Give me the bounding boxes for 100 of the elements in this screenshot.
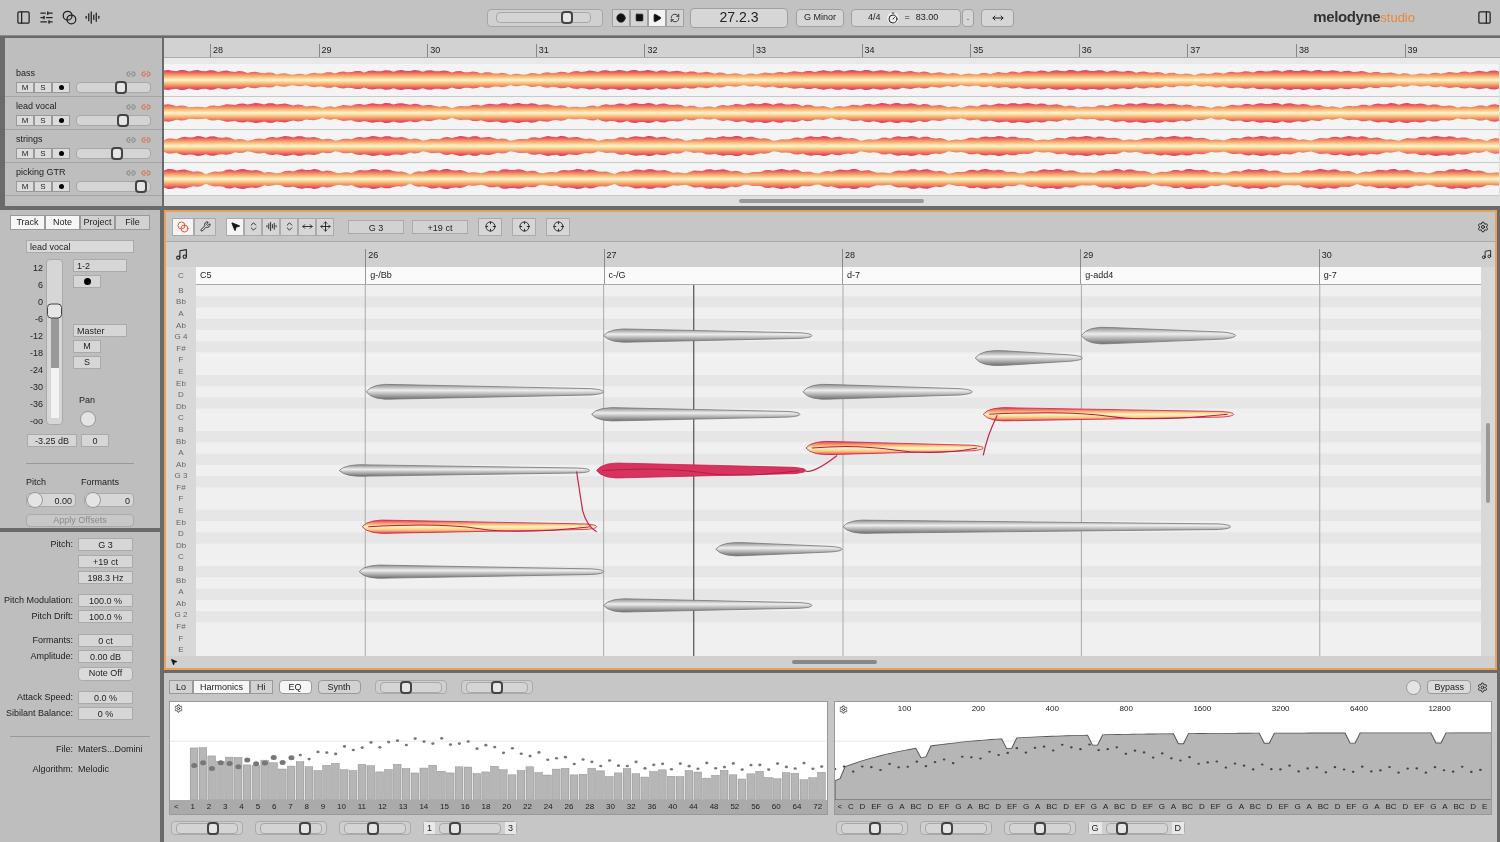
slider[interactable] [344,822,406,834]
output-dropdown[interactable]: Master [73,324,127,337]
parameter-field[interactable]: G 3 [78,538,133,552]
clef-icon[interactable] [174,248,188,261]
tab[interactable]: File [115,215,150,230]
tool-button[interactable] [262,217,280,236]
record-button[interactable] [612,8,630,27]
slider-thumb[interactable] [868,821,881,835]
solo-button[interactable]: S [34,115,52,127]
slider[interactable] [924,822,987,834]
solo-button[interactable]: S [34,82,52,94]
fader-track[interactable] [46,259,63,425]
note-blob[interactable] [361,519,597,534]
parameter-field[interactable]: 0 % [78,707,133,721]
slider[interactable] [496,12,591,23]
slider-thumb[interactable] [114,81,127,95]
formants-field[interactable]: 0 [84,492,134,507]
mute-button[interactable]: M [16,181,34,193]
slider-thumb[interactable] [1115,821,1128,835]
play-button[interactable] [648,8,666,27]
note-blob[interactable] [603,598,813,613]
slider[interactable] [76,181,151,193]
stop-button[interactable] [630,8,648,27]
macro-button[interactable] [478,217,502,236]
settings-icon[interactable] [838,704,848,714]
note-blob[interactable] [802,383,973,400]
nudge-button[interactable] [981,8,1014,27]
slider[interactable] [379,681,442,693]
tempo-menu-button[interactable]: . [962,8,974,27]
parameter-field[interactable]: 100.0 % [78,610,133,624]
tab[interactable]: Note [45,215,80,230]
input-dropdown[interactable]: 1-2 [73,259,127,272]
slider[interactable] [465,681,528,693]
record-button[interactable] [52,181,70,193]
slider[interactable] [76,148,151,160]
scrollbar[interactable] [1486,423,1490,503]
solo-button[interactable]: S [34,181,52,193]
tab[interactable]: Hi [250,680,273,694]
loop-button[interactable] [666,8,684,27]
parameter-field[interactable]: 198.3 Hz [78,570,133,584]
pitch-field[interactable]: 0.00 [26,492,76,507]
parameter-field[interactable]: +19 ct [78,554,133,568]
tab[interactable]: Harmonics [193,680,251,694]
mute-button[interactable]: M [73,340,101,353]
pointer-icon[interactable] [170,658,178,666]
macro-button[interactable] [546,217,570,236]
tab[interactable]: Lo [169,680,193,694]
slider-thumb[interactable] [490,680,503,694]
macro-button[interactable] [512,217,536,236]
tool-button[interactable] [298,217,316,236]
note-blob[interactable] [596,462,807,479]
bars-icon[interactable] [85,10,100,25]
tool-button[interactable] [280,217,298,236]
tool-button[interactable] [316,217,334,236]
fader-thumb[interactable] [47,303,62,319]
slider[interactable] [1008,822,1071,834]
slider-thumb[interactable] [117,114,129,128]
parameter-field[interactable]: 0 ct [78,633,133,647]
slider[interactable] [439,822,501,834]
slider-thumb[interactable] [449,821,461,835]
note-blob[interactable] [365,383,605,400]
slider[interactable] [176,822,238,834]
slider-thumb[interactable] [1033,821,1046,835]
panel-icon[interactable] [1477,10,1492,25]
note-blob[interactable] [1081,326,1236,345]
cents-field[interactable]: +19 ct [412,219,468,234]
slider-thumb[interactable] [367,821,380,835]
blobs-icon[interactable] [62,10,77,25]
mode-button[interactable]: EQ [278,680,312,694]
note-blob[interactable] [715,542,843,557]
record-button[interactable] [52,148,70,160]
gain-field[interactable]: -3.25 dB [27,434,77,447]
note-blob[interactable] [974,350,1083,366]
mute-button[interactable]: M [16,82,34,94]
settings-icon[interactable] [1477,220,1489,233]
sliders-icon[interactable] [39,10,54,25]
panel-icon[interactable] [16,10,31,25]
metronome-icon[interactable] [886,11,899,24]
slider-thumb[interactable] [560,11,573,24]
bypass-button[interactable]: Bypass [1427,680,1471,694]
tab[interactable]: Project [80,215,115,230]
parameter-field[interactable]: 0.00 dB [78,650,133,664]
slider-thumb[interactable] [111,147,124,161]
settings-icon[interactable] [1477,681,1488,693]
mute-button[interactable]: M [16,148,34,160]
track-name-field[interactable]: lead vocal [26,240,134,253]
parameter-field[interactable]: 100.0 % [78,593,133,607]
tab[interactable]: Track [10,215,45,230]
note-blob[interactable] [591,407,801,422]
blob-tool-button[interactable] [172,217,194,236]
scrollbar[interactable] [792,660,877,664]
slider-thumb[interactable] [298,821,311,835]
slider-thumb[interactable] [207,821,219,835]
note-blob[interactable] [338,464,590,477]
slider-thumb[interactable] [399,680,412,694]
parameter-field[interactable]: 0.0 % [78,690,133,704]
mute-button[interactable]: M [16,115,34,127]
pitch-field[interactable]: G 3 [348,219,404,234]
wrench-button[interactable] [194,217,216,236]
note-blob[interactable] [842,519,1231,534]
